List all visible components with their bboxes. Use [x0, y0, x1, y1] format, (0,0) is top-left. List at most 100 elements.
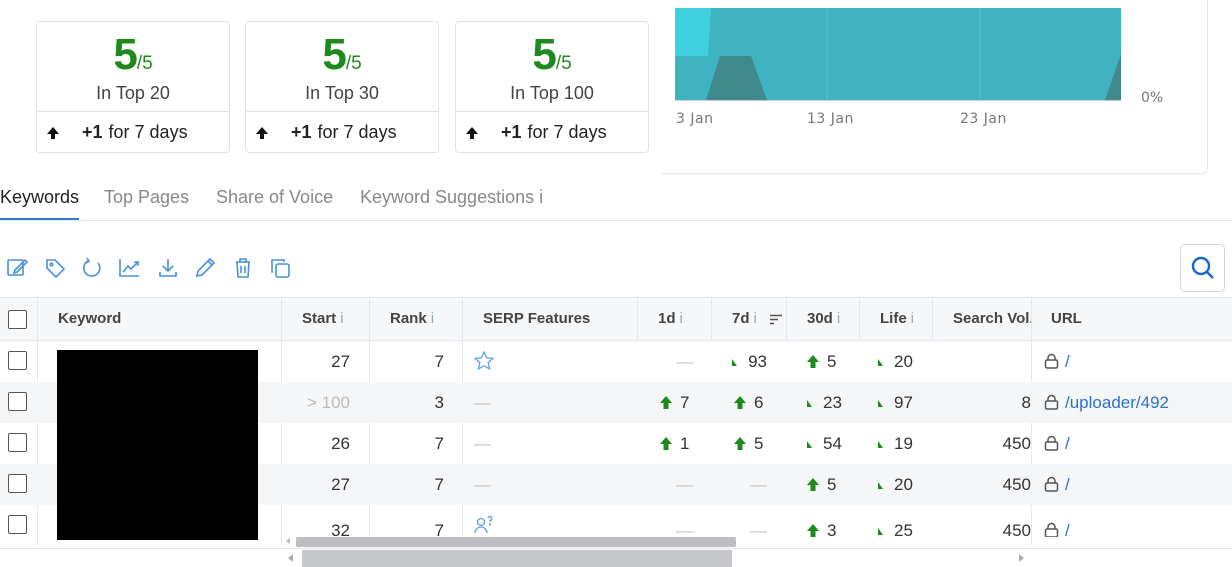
- info-icon[interactable]: i: [431, 310, 434, 327]
- rank-cell: 7: [434, 475, 444, 494]
- trend-up-icon: [878, 441, 883, 448]
- d30-header-label: 30d: [807, 310, 833, 327]
- trend-up-icon: [878, 528, 883, 535]
- edit-icon[interactable]: [6, 256, 28, 280]
- scrollbar-thumb[interactable]: [302, 550, 732, 567]
- top30-denominator: /5: [345, 53, 362, 74]
- scrollbar-thumb[interactable]: [296, 537, 736, 547]
- d30-cell: 5: [827, 352, 837, 371]
- top100-change: +1: [501, 122, 522, 142]
- lock-icon[interactable]: [1044, 476, 1059, 492]
- column-header-1d[interactable]: 1d i: [638, 298, 712, 340]
- life-header-label: Life: [880, 310, 907, 327]
- life-cell: 20: [894, 475, 913, 494]
- url-link[interactable]: /: [1065, 352, 1070, 371]
- arrow-up-icon: [47, 126, 59, 139]
- keyword-header-label: Keyword: [58, 310, 122, 327]
- top20-denominator: /5: [136, 53, 153, 74]
- start-header-label: Start: [302, 310, 337, 327]
- lock-icon[interactable]: [1044, 353, 1059, 369]
- trend-up-icon: [878, 482, 883, 489]
- lock-icon[interactable]: [1044, 522, 1059, 537]
- arrow-up-icon: [660, 437, 672, 450]
- d1-cell: —: [676, 352, 693, 371]
- copy-icon[interactable]: [269, 256, 291, 280]
- download-icon[interactable]: [157, 256, 179, 280]
- rank-cell: 3: [434, 393, 444, 412]
- url-link[interactable]: /uploader/492: [1065, 393, 1169, 412]
- trash-icon[interactable]: [232, 256, 254, 280]
- column-header-serp-features[interactable]: SERP Features: [463, 298, 638, 340]
- info-icon[interactable]: i: [340, 310, 343, 327]
- scroll-right-arrow[interactable]: [1019, 554, 1024, 562]
- trend-up-icon: [732, 359, 738, 366]
- d7-cell: —: [750, 521, 767, 537]
- d1-cell: —: [676, 475, 693, 494]
- column-header-url[interactable]: URL: [1032, 298, 1232, 340]
- tab-share-of-voice[interactable]: Share of Voice: [216, 185, 333, 220]
- scroll-left-arrow[interactable]: [286, 538, 290, 544]
- serp-cell: —: [474, 434, 491, 453]
- d1-header-label: 1d: [658, 310, 676, 327]
- ranking-area-chart[interactable]: [675, 8, 1123, 102]
- d7-header-label: 7d: [732, 310, 750, 327]
- row-checkbox[interactable]: [8, 392, 27, 411]
- url-link[interactable]: /: [1065, 521, 1070, 537]
- tag-icon[interactable]: [44, 256, 66, 280]
- row-checkbox[interactable]: [8, 433, 27, 452]
- y-axis-label: 0%: [1141, 90, 1164, 106]
- lock-icon[interactable]: [1044, 435, 1059, 451]
- star-icon[interactable]: [473, 350, 495, 371]
- x-tick-label: 23 Jan: [960, 111, 1007, 127]
- column-header-7d[interactable]: 7d i: [712, 298, 787, 340]
- life-cell: 20: [894, 352, 913, 371]
- info-icon[interactable]: i: [754, 310, 757, 327]
- serp-header-label: SERP Features: [483, 310, 591, 327]
- arrow-up-icon: [807, 478, 819, 491]
- chart-line-icon[interactable]: [118, 256, 140, 280]
- top20-period: for 7 days: [108, 122, 188, 142]
- d7-cell: 93: [748, 352, 767, 371]
- horizontal-scrollbar[interactable]: [286, 537, 1028, 547]
- top30-change: +1: [291, 122, 312, 142]
- column-header-30d[interactable]: 30d i: [787, 298, 860, 340]
- tab-keyword-suggestions[interactable]: Keyword Suggestions i: [360, 185, 543, 220]
- people-question-icon[interactable]: [474, 515, 494, 534]
- pencil-icon[interactable]: [194, 256, 216, 280]
- info-icon[interactable]: i: [837, 310, 840, 327]
- horizontal-scrollbar-bottom[interactable]: [286, 550, 1028, 567]
- column-header-life[interactable]: Life i: [860, 298, 933, 340]
- lock-icon[interactable]: [1044, 394, 1059, 410]
- trend-up-icon: [807, 441, 812, 448]
- start-cell: 32: [331, 521, 350, 537]
- column-header-start[interactable]: Start i: [282, 298, 370, 340]
- row-checkbox[interactable]: [8, 515, 27, 534]
- url-link[interactable]: /: [1065, 475, 1070, 494]
- d30-cell: 3: [827, 521, 837, 537]
- top20-label: In Top 20: [96, 83, 170, 103]
- rank-header-label: Rank: [390, 310, 427, 327]
- refresh-icon[interactable]: [81, 256, 103, 280]
- scroll-left-arrow[interactable]: [288, 554, 293, 562]
- url-link[interactable]: /: [1065, 434, 1070, 453]
- search-vol-cell: 450: [1002, 434, 1031, 453]
- column-header-search-volume[interactable]: Search Vol.: [933, 298, 1032, 340]
- d30-cell: 23: [823, 393, 842, 412]
- select-all-checkbox[interactable]: [8, 310, 27, 329]
- search-vol-cell: 450: [1002, 521, 1031, 537]
- search-vol-cell: 450: [1002, 475, 1031, 494]
- tab-top-pages[interactable]: Top Pages: [104, 185, 189, 220]
- search-button[interactable]: [1180, 244, 1225, 292]
- column-header-keyword[interactable]: Keyword: [38, 298, 282, 340]
- info-icon[interactable]: i: [680, 310, 683, 327]
- tab-keywords[interactable]: Keywords: [0, 185, 80, 220]
- column-header-rank[interactable]: Rank i: [370, 298, 463, 340]
- top30-period: for 7 days: [317, 122, 397, 142]
- top20-change: +1: [82, 122, 103, 142]
- row-checkbox[interactable]: [8, 351, 27, 370]
- top100-period: for 7 days: [527, 122, 607, 142]
- info-icon[interactable]: i: [911, 310, 914, 327]
- row-checkbox[interactable]: [8, 474, 27, 493]
- sort-icon[interactable]: [770, 314, 782, 325]
- d1-cell: —: [676, 521, 693, 537]
